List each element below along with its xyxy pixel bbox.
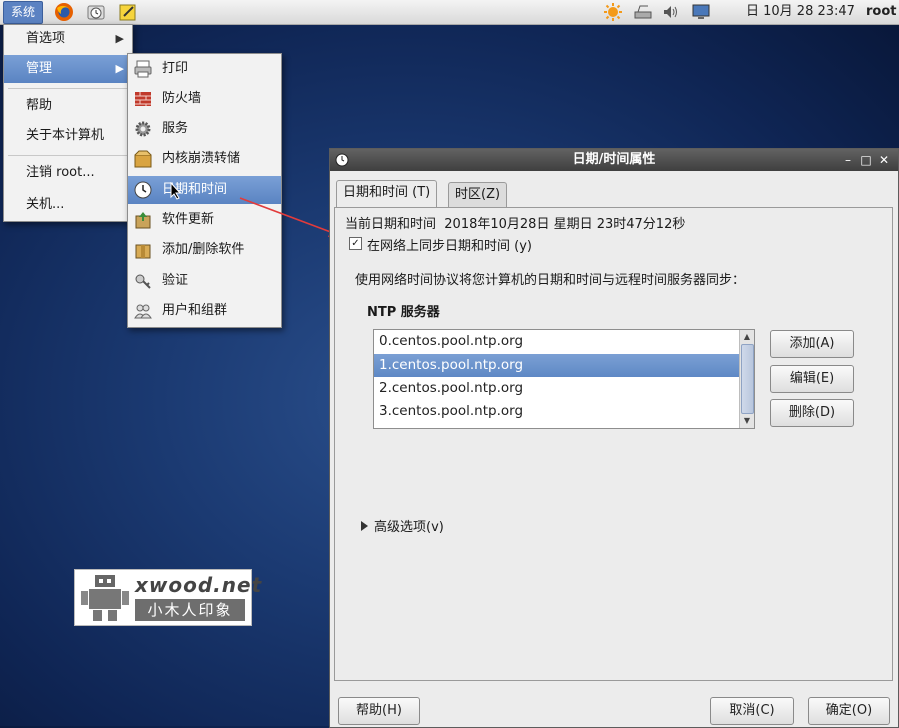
submenu-item-kdump[interactable]: 内核崩溃转储 [128,145,281,173]
menu-item-label: 帮助 [26,98,53,113]
system-menu: 首选项 ▶ 管理 ▶ 帮助 关于本计算机 注销 root... 关机... [3,24,133,222]
expander-triangle-icon [361,521,368,531]
tab-timezone[interactable]: 时区(Z) [448,182,508,207]
close-button[interactable]: ✕ [876,151,892,169]
delete-server-button[interactable]: 删除(D) [770,399,854,427]
ntp-description: 使用网络时间协议将您计算机的日期和时间与远程时间服务器同步： [355,273,746,288]
menu-item-about[interactable]: 关于本计算机 [4,122,132,150]
notes-icon[interactable] [118,2,138,22]
submenu-item-services[interactable]: 服务 [128,115,281,143]
software-update-icon [135,212,151,229]
list-item[interactable]: 3.centos.pool.ntp.org [374,400,741,423]
submenu-item-label: 添加/删除软件 [162,242,245,257]
submenu-item-firewall[interactable]: 防火墙 [128,85,281,113]
clock-icon [134,181,152,199]
ok-button[interactable]: 确定(O) [808,697,890,725]
menu-separator [8,88,128,89]
watermark-logo: xwood.net 小木人印象 [74,569,261,626]
submenu-item-add-remove-software[interactable]: 添加/删除软件 [128,236,281,264]
dialog-title: 日期/时间属性 [572,152,656,167]
chevron-right-icon: ▶ [115,32,124,45]
top-panel: 系统 日 10月 28 23:47 root [0,0,899,25]
menu-item-label: 关机... [26,197,65,212]
help-button[interactable]: 帮助(H) [338,697,420,725]
submenu-item-label: 内核崩溃转储 [162,151,241,166]
menu-item-label: 关于本计算机 [26,128,105,143]
minimize-button[interactable]: – [840,151,856,169]
ntp-heading: NTP 服务器 [367,305,440,320]
submenu-item-label: 服务 [162,121,189,136]
submenu-item-label: 验证 [162,273,189,288]
date-time-dialog: 日期/时间属性 – □ ✕ 日期和时间 (T) 时区(Z) 当前日期和时间 20… [329,148,899,728]
keys-icon [135,274,151,289]
submenu-item-printing[interactable]: 打印 [128,55,281,83]
edit-server-button[interactable]: 编辑(E) [770,365,854,393]
administration-submenu: 打印 防火墙 服务 内核崩溃转储 日期和时间 软件更新 添加/删除软件 验证 用… [127,53,282,328]
panel-clock[interactable]: 日 10月 28 23:47 [746,0,855,24]
submenu-item-authentication[interactable]: 验证 [128,267,281,295]
list-item[interactable]: 1.centos.pool.ntp.org [374,354,741,377]
tab-panel-date-time: 当前日期和时间 2018年10月28日 星期日 23时47分12秒 ✓ 在网络上… [334,207,893,681]
cancel-button[interactable]: 取消(C) [710,697,794,725]
submenu-item-label: 软件更新 [162,212,215,227]
submenu-item-software-update[interactable]: 软件更新 [128,206,281,234]
network-manager-icon[interactable] [634,3,652,21]
firewall-icon [135,92,151,106]
kernel-dump-icon [134,150,152,168]
menu-item-label: 注销 root... [26,165,95,180]
update-notifier-icon[interactable] [604,3,622,21]
menu-item-administration[interactable]: 管理 ▶ [4,55,132,83]
add-server-button[interactable]: 添加(A) [770,330,854,358]
maximize-button[interactable]: □ [858,151,874,169]
dialog-titlebar[interactable]: 日期/时间属性 – □ ✕ [330,149,898,171]
scroll-down-icon[interactable]: ▼ [740,414,754,427]
list-item[interactable]: 0.centos.pool.ntp.org [374,330,741,353]
submenu-item-label: 防火墙 [162,91,202,106]
list-scrollbar[interactable]: ▲ ▼ [739,330,754,428]
package-icon [135,244,151,259]
advanced-options-expander[interactable]: 高级选项(v) [361,516,444,535]
menu-separator [8,155,128,156]
panel-user[interactable]: root [866,0,897,24]
robot-logo-icon [81,575,129,621]
scroll-thumb[interactable] [741,344,754,414]
submenu-item-users-groups[interactable]: 用户和组群 [128,297,281,325]
firefox-icon[interactable] [54,2,74,22]
evolution-clock-icon[interactable] [86,2,106,22]
current-datetime-label: 当前日期和时间 2018年10月28日 星期日 23时47分12秒 [345,217,686,232]
chevron-right-icon: ▶ [115,62,124,75]
volume-icon[interactable] [662,3,680,21]
sync-checkbox-label[interactable]: 在网络上同步日期和时间 (y) [367,235,532,254]
submenu-item-label: 打印 [162,61,189,76]
printer-icon [134,60,152,78]
list-item[interactable]: 2.centos.pool.ntp.org [374,377,741,400]
watermark-brand: xwood.net [135,573,263,597]
scroll-up-icon[interactable]: ▲ [740,330,754,343]
menu-item-preferences[interactable]: 首选项 ▶ [4,25,132,53]
users-icon [134,304,152,319]
sync-checkbox[interactable]: ✓ [349,237,362,250]
menu-item-label: 首选项 [26,31,66,46]
mouse-cursor-icon [170,182,182,200]
menu-item-logout[interactable]: 注销 root... [4,159,132,187]
submenu-item-label: 用户和组群 [162,303,228,318]
menu-item-shutdown[interactable]: 关机... [4,191,132,219]
menu-item-label: 管理 [26,61,53,76]
tab-date-time[interactable]: 日期和时间 (T) [336,180,438,207]
current-datetime-value: 2018年10月28日 星期日 23时47分12秒 [444,217,686,232]
system-menu-button[interactable]: 系统 [3,1,43,24]
ntp-server-list[interactable]: 0.centos.pool.ntp.org 1.centos.pool.ntp.… [373,329,755,429]
advanced-options-label: 高级选项(v) [374,520,444,535]
watermark-tagline: 小木人印象 [135,599,245,621]
submenu-item-date-time[interactable]: 日期和时间 [128,176,281,204]
gear-icon [135,121,151,137]
display-icon[interactable] [692,3,710,21]
menu-item-help[interactable]: 帮助 [4,92,132,120]
